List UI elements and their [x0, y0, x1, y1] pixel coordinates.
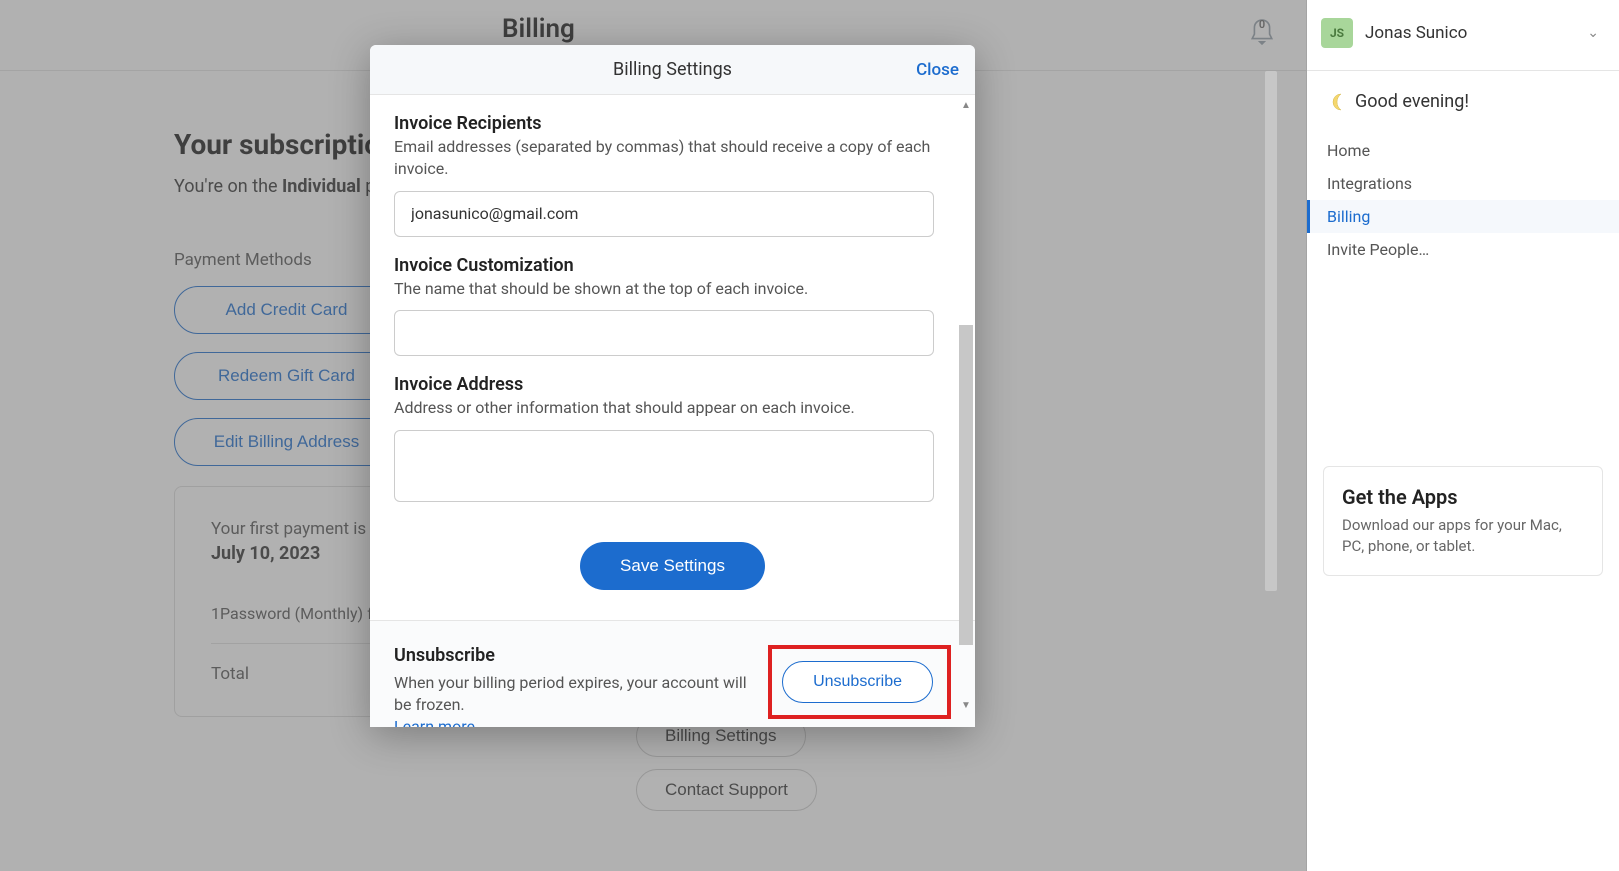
billing-settings-modal: Billing Settings Close Invoice Recipient… — [370, 45, 975, 727]
modal-header: Billing Settings Close — [370, 45, 975, 95]
customization-help: The name that should be shown at the top… — [394, 278, 951, 300]
scroll-up-icon[interactable]: ▲ — [959, 101, 973, 111]
recipients-help: Email addresses (separated by commas) th… — [394, 136, 951, 181]
apps-title: Get the Apps — [1342, 485, 1584, 509]
save-settings-button[interactable]: Save Settings — [580, 542, 765, 590]
unsubscribe-section: Unsubscribe When your billing period exp… — [370, 620, 975, 727]
modal-title: Billing Settings — [613, 59, 732, 80]
greeting: Good evening! — [1307, 91, 1619, 134]
recipients-input[interactable] — [394, 191, 934, 237]
address-input[interactable] — [394, 430, 934, 502]
separator — [1307, 70, 1619, 71]
unsubscribe-title: Unsubscribe — [394, 645, 748, 666]
customization-input[interactable] — [394, 310, 934, 356]
sidebar-item-home[interactable]: Home — [1307, 134, 1619, 167]
address-help: Address or other information that should… — [394, 397, 951, 419]
learn-more-link[interactable]: Learn more… — [394, 717, 486, 727]
modal-scrollbar-thumb[interactable] — [959, 325, 973, 645]
customization-label: Invoice Customization — [394, 255, 951, 276]
user-menu[interactable]: JS Jonas Sunico ⌄ — [1307, 18, 1619, 70]
page-scrollbar[interactable] — [1265, 71, 1277, 871]
get-apps-card: Get the Apps Download our apps for your … — [1323, 466, 1603, 576]
unsubscribe-text: When your billing period expires, your a… — [394, 672, 748, 727]
right-sidebar: JS Jonas Sunico ⌄ Good evening! Home Int… — [1307, 0, 1619, 871]
recipients-label: Invoice Recipients — [394, 113, 951, 134]
sidebar-item-billing[interactable]: Billing — [1307, 200, 1619, 233]
moon-icon — [1327, 92, 1347, 112]
modal-body: Invoice Recipients Email addresses (sepa… — [370, 95, 975, 727]
avatar: JS — [1321, 18, 1353, 48]
scroll-down-icon[interactable]: ▼ — [959, 701, 973, 711]
address-label: Invoice Address — [394, 374, 951, 395]
sidebar-item-integrations[interactable]: Integrations — [1307, 167, 1619, 200]
close-button[interactable]: Close — [916, 60, 959, 80]
modal-scrollbar[interactable]: ▲ ▼ — [959, 101, 973, 711]
unsubscribe-highlight: Unsubscribe — [768, 645, 951, 719]
user-name: Jonas Sunico — [1365, 23, 1575, 43]
unsubscribe-button[interactable]: Unsubscribe — [782, 661, 933, 703]
sidebar-item-invite[interactable]: Invite People… — [1307, 233, 1619, 266]
chevron-down-icon: ⌄ — [1587, 25, 1599, 41]
scrollbar-thumb[interactable] — [1265, 71, 1277, 591]
apps-desc: Download our apps for your Mac, PC, phon… — [1342, 515, 1584, 557]
